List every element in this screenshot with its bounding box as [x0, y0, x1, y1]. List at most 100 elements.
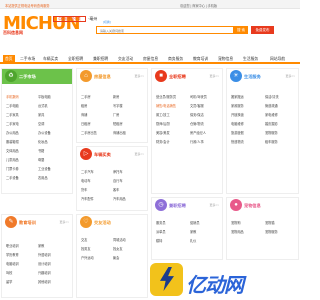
- panel-link[interactable]: 开锁换锁: [231, 112, 244, 117]
- panel-link[interactable]: 台式机: [38, 103, 48, 108]
- search-input[interactable]: [100, 27, 200, 34]
- panel-link[interactable]: 美容/美发: [156, 130, 170, 135]
- site-logo[interactable]: MICHUN 中国领先的分类 百科信息网: [3, 13, 87, 36]
- panel-link[interactable]: 其他培训: [38, 279, 51, 284]
- panel-link[interactable]: 宠物服务: [265, 229, 278, 234]
- panel-link[interactable]: 保安/保洁: [190, 112, 204, 117]
- panel-life-title[interactable]: 生活服务: [244, 74, 261, 80]
- panel-link[interactable]: 户外运动: [81, 255, 94, 260]
- panel-link[interactable]: 学历教育: [6, 252, 19, 257]
- panel-link[interactable]: 厨师/后厨: [156, 121, 170, 126]
- panel-link[interactable]: 促销员: [190, 220, 200, 225]
- panel-link[interactable]: 宠物狗: [231, 220, 241, 225]
- panel-education-more-link[interactable]: 更多>>: [59, 220, 69, 224]
- panel-link[interactable]: 写字楼: [113, 103, 123, 108]
- panel-link[interactable]: 工业设备: [38, 166, 51, 171]
- panel-link[interactable]: 租车服务: [265, 139, 278, 144]
- panel-link[interactable]: 电脑维修: [231, 121, 244, 126]
- panel-vehicles-title[interactable]: 车辆买卖: [94, 152, 111, 158]
- panel-link[interactable]: 二手汽车: [81, 169, 94, 174]
- nav-item-education[interactable]: 教育培训: [193, 55, 208, 64]
- panel-link[interactable]: 搬家搬运: [231, 94, 244, 99]
- panel-link[interactable]: 二手家具: [6, 112, 19, 117]
- top-links[interactable]: 欢迎您 | 商家中心 | 手机版: [180, 3, 217, 8]
- panel-link[interactable]: 电动车: [81, 178, 91, 183]
- panel-link[interactable]: 租房: [81, 103, 87, 108]
- panel-link[interactable]: 书籍: [38, 148, 44, 153]
- panel-pets-title[interactable]: 宠物信息: [244, 203, 261, 209]
- panel-link[interactable]: 儿童用品: [6, 157, 19, 162]
- panel-link[interactable]: 新房: [113, 94, 119, 99]
- panel-link[interactable]: 找男友: [81, 246, 91, 251]
- panel-link[interactable]: 婚庆摄影: [265, 121, 278, 126]
- panel-link[interactable]: 宠物服务: [265, 130, 278, 135]
- nav-item-fulltime[interactable]: 全职招聘: [68, 55, 83, 64]
- panel-parttime-title[interactable]: 兼职招聘: [169, 203, 186, 209]
- panel-link[interactable]: 派单员: [156, 229, 166, 234]
- panel-link[interactable]: 管道疏通: [265, 103, 278, 108]
- panel-link[interactable]: 聚会: [113, 255, 119, 260]
- panel-link[interactable]: 宠物用品: [231, 229, 244, 234]
- panel-link[interactable]: 货车: [81, 187, 87, 192]
- panel-link[interactable]: 服装鞋帽: [6, 139, 19, 144]
- panel-link[interactable]: 销售/电话销售: [156, 103, 176, 108]
- panel-link[interactable]: 厂房: [113, 112, 119, 117]
- nav-item-house[interactable]: 房屋信息: [143, 55, 158, 64]
- panel-link[interactable]: 家教: [190, 229, 196, 234]
- panel-link[interactable]: 留学: [6, 279, 12, 284]
- panel-link[interactable]: 短租房: [113, 121, 123, 126]
- panel-link[interactable]: 财务/会计: [156, 139, 170, 144]
- nav-item-dating[interactable]: 交友活动: [118, 55, 133, 64]
- panel-link[interactable]: 办公用品: [6, 130, 19, 135]
- panel-link[interactable]: 二手房出售: [81, 130, 97, 135]
- panel-link[interactable]: 日租房: [81, 121, 91, 126]
- nav-item-life[interactable]: 生活服务: [243, 55, 258, 64]
- search-box[interactable]: [96, 26, 234, 34]
- panel-link[interactable]: 文员/客服: [190, 103, 204, 108]
- city-switch-link[interactable]: [切换]: [103, 20, 111, 24]
- panel-parttime-more-link[interactable]: 更多>>: [209, 203, 219, 207]
- panel-dating-title[interactable]: 交友活动: [94, 220, 111, 226]
- panel-house-title[interactable]: 房屋信息: [94, 74, 111, 80]
- panel-link[interactable]: 外语培训: [38, 252, 51, 257]
- panel-link[interactable]: 手机数码: [6, 94, 19, 99]
- panel-link[interactable]: 家电维修: [265, 112, 278, 117]
- nav-item-business[interactable]: 商务服务: [168, 55, 183, 64]
- panel-link[interactable]: 文体用品: [6, 148, 19, 153]
- panel-link[interactable]: 家教: [38, 243, 44, 248]
- panel-fulltime-more-link[interactable]: 更多>>: [209, 74, 219, 78]
- panel-link[interactable]: 家具: [38, 112, 44, 117]
- nav-item-parttime[interactable]: 兼职招聘: [93, 55, 108, 64]
- panel-link[interactable]: 职业培训: [6, 243, 19, 248]
- panel-link[interactable]: 设计培训: [38, 261, 51, 266]
- panel-secondhand-title[interactable]: 二手市场: [19, 74, 36, 80]
- panel-link[interactable]: 找女友: [113, 246, 123, 251]
- panel-link[interactable]: 快递物流: [231, 139, 244, 144]
- panel-link[interactable]: 模特: [156, 238, 162, 243]
- panel-link[interactable]: 驾校: [6, 270, 12, 275]
- panel-education-title[interactable]: 教育培训: [19, 220, 36, 226]
- panel-link[interactable]: 普工/技工: [156, 112, 170, 117]
- panel-house-more-link[interactable]: 更多>>: [134, 74, 144, 78]
- panel-link[interactable]: 商铺: [81, 112, 87, 117]
- nav-item-secondhand[interactable]: 二手市场: [20, 55, 35, 64]
- panel-link[interactable]: 化妆品: [38, 139, 48, 144]
- panel-link[interactable]: 司机/驾驶员: [190, 94, 207, 99]
- panel-link[interactable]: 二手电脑: [6, 103, 19, 108]
- panel-link[interactable]: 商铺出租: [113, 130, 126, 135]
- panel-link[interactable]: 汽车配件: [81, 196, 94, 201]
- panel-link[interactable]: 宠物猫: [265, 220, 275, 225]
- panel-link[interactable]: 礼仪: [190, 238, 196, 243]
- panel-link[interactable]: 兴趣培训: [38, 270, 51, 275]
- panel-link[interactable]: 自行车: [113, 178, 123, 183]
- panel-link[interactable]: 旅游度假: [231, 130, 244, 135]
- panel-link[interactable]: 二手房: [81, 94, 91, 99]
- panel-link[interactable]: 汽车用品: [113, 196, 126, 201]
- panel-link[interactable]: 平板电脑: [38, 94, 51, 99]
- nav-item-sitemap[interactable]: 网站导航: [270, 55, 285, 64]
- panel-vehicles-more-link[interactable]: 更多>>: [134, 152, 144, 156]
- panel-link[interactable]: 办公设备: [38, 130, 51, 135]
- panel-link[interactable]: 同城活动: [113, 237, 126, 242]
- panel-link[interactable]: 行政/人事: [190, 139, 204, 144]
- panel-link[interactable]: 服务员: [156, 220, 166, 225]
